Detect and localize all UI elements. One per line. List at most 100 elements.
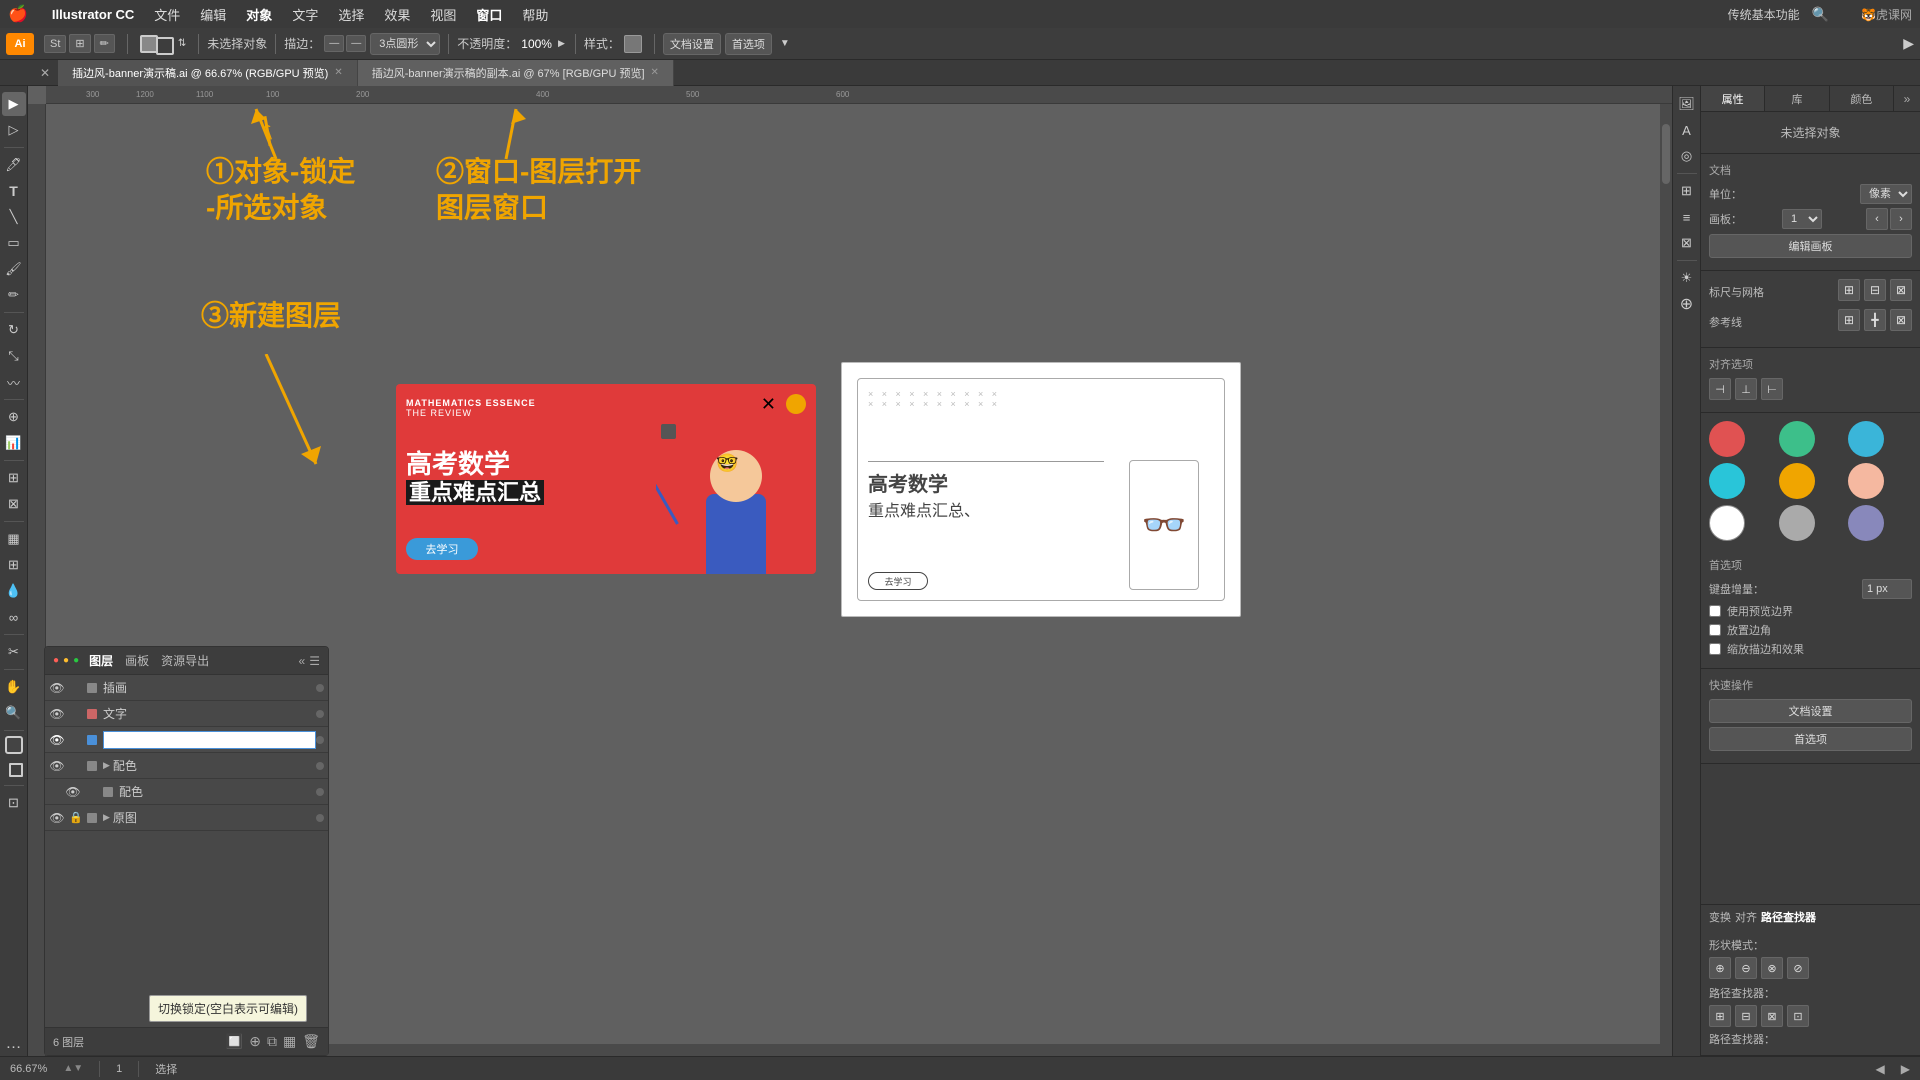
layer-row-0[interactable]: 👁 🔒 插画 [45, 675, 328, 701]
layer-vis-0[interactable]: 👁 [49, 680, 65, 696]
tool-symbol[interactable]: ⊕ [2, 405, 26, 429]
grid-icon-3[interactable]: ⊠ [1890, 279, 1912, 301]
layer-expand-5[interactable]: ▶ [103, 812, 110, 823]
align-tab[interactable]: 对齐 [1735, 909, 1757, 925]
color-purple-gray[interactable] [1848, 505, 1884, 541]
unite-btn[interactable]: ⊕ [1709, 957, 1731, 979]
workspace-mode[interactable]: 传统基本功能 [1728, 6, 1800, 23]
layers-zoom-btn[interactable]: ● [73, 655, 79, 666]
exclude-btn[interactable]: ⊘ [1787, 957, 1809, 979]
menu-item-select[interactable]: 选择 [338, 5, 364, 24]
layer-create-new[interactable]: ⊕ [249, 1033, 261, 1050]
right-icon-5[interactable]: ≡ [1675, 205, 1699, 229]
zoom-display[interactable]: 66.67% [10, 1063, 47, 1075]
layers-tab-artboard[interactable]: 画板 [125, 652, 149, 669]
intersect-btn[interactable]: ⊗ [1761, 957, 1783, 979]
edit-artboard-btn[interactable]: 编辑画板 [1709, 234, 1912, 258]
layer-name-input-2[interactable] [103, 731, 316, 749]
layers-tab-layers[interactable]: 图层 [89, 652, 113, 669]
pathfinder-tab[interactable]: 路径查找器 [1761, 909, 1816, 925]
layers-collapse-btn[interactable]: « [299, 654, 306, 668]
layer-lock-4[interactable]: 🔒 [85, 785, 99, 799]
tool-hand[interactable]: ✋ [2, 675, 26, 699]
panel-right-toggle[interactable]: ▶ [1903, 35, 1914, 52]
menu-item-view[interactable]: 视图 [430, 5, 456, 24]
preferences-btn[interactable]: 首选项 [725, 33, 772, 55]
tool-direct-select[interactable]: ▷ [2, 118, 26, 142]
layer-lock-5[interactable]: 🔒 [69, 811, 83, 825]
right-icon-7[interactable]: ☀ [1675, 266, 1699, 290]
tab-close-all[interactable]: ✕ [40, 66, 50, 80]
tool-artboard[interactable]: ⊞ [2, 466, 26, 490]
tool-zoom[interactable]: 🔍 [2, 701, 26, 725]
pf-btn2[interactable]: ⊟ [1735, 1005, 1757, 1027]
menu-item-object[interactable]: 对象 [246, 5, 272, 24]
stroke-start-icon[interactable]: — [324, 35, 344, 52]
guide-icon-3[interactable]: ⊠ [1890, 309, 1912, 331]
layer-make-template[interactable]: 🔲 [226, 1033, 243, 1050]
icon-btn1[interactable]: St [44, 35, 66, 53]
color-gray[interactable] [1779, 505, 1815, 541]
zoom-stepper[interactable]: ▲▼ [63, 1063, 83, 1074]
board-select[interactable]: 1 [1782, 209, 1822, 229]
fill-color[interactable] [5, 736, 23, 754]
style-swatch[interactable] [624, 35, 642, 53]
opacity-arrow[interactable]: ▶ [558, 38, 565, 49]
tool-eyedropper[interactable]: 💧 [2, 579, 26, 603]
layer-lock-0[interactable]: 🔒 [69, 681, 83, 695]
align-btn-3[interactable]: ⊢ [1761, 378, 1783, 400]
nav-prev[interactable]: ◀ [1876, 1062, 1885, 1076]
unit-select[interactable]: 像素 [1860, 184, 1912, 204]
menu-item-window[interactable]: 窗口 [476, 5, 502, 24]
menu-item-help[interactable]: 帮助 [522, 5, 548, 24]
color-red[interactable] [1709, 421, 1745, 457]
layer-vis-3[interactable]: 👁 [49, 758, 65, 774]
color-blue[interactable] [1848, 421, 1884, 457]
layers-menu-btn[interactable]: ☰ [309, 654, 320, 668]
stroke-icon[interactable] [156, 37, 174, 55]
layer-duplicate[interactable]: ⧉ [267, 1033, 277, 1050]
menu-item-file[interactable]: 文件 [154, 5, 180, 24]
tool-blend[interactable]: ∞ [2, 605, 26, 629]
right-icon-3[interactable]: ◎ [1675, 144, 1699, 168]
align-btn-1[interactable]: ⊣ [1709, 378, 1731, 400]
panel-tab-properties[interactable]: 属性 [1701, 86, 1765, 111]
menu-item-edit[interactable]: 编辑 [200, 5, 226, 24]
board-next[interactable]: › [1890, 208, 1912, 230]
board-prev[interactable]: ‹ [1866, 208, 1888, 230]
layer-vis-2[interactable]: 👁 [49, 732, 65, 748]
tool-pen[interactable]: 🖊 [2, 153, 26, 177]
tool-scissors[interactable]: ✂ [2, 640, 26, 664]
stroke-color[interactable] [2, 756, 26, 780]
layer-vis-5[interactable]: 👁 [49, 810, 65, 826]
tab-1[interactable]: 插边风-banner演示稿.ai @ 66.67% (RGB/GPU 预览) ✕ [58, 60, 358, 86]
toolbar-arrow-btn[interactable]: ▼ [780, 38, 790, 49]
icon-btn2[interactable]: ⊞ [69, 34, 90, 53]
menu-item-effect[interactable]: 效果 [384, 5, 410, 24]
tab-1-close[interactable]: ✕ [334, 67, 342, 78]
layer-row-5[interactable]: 👁 🔒 ▶ 原图 [45, 805, 328, 831]
layer-lock-1[interactable]: 🔒 [69, 707, 83, 721]
tool-rect[interactable]: ▭ [2, 231, 26, 255]
kb-increment-input[interactable] [1862, 579, 1912, 599]
transform-tab[interactable]: 变换 [1709, 909, 1731, 925]
pf-btn3[interactable]: ⊠ [1761, 1005, 1783, 1027]
layer-vis-1[interactable]: 👁 [49, 706, 65, 722]
color-white[interactable] [1709, 505, 1745, 541]
search-icon[interactable]: 🔍 [1812, 6, 1829, 23]
layers-tab-export[interactable]: 资源导出 [161, 652, 209, 669]
right-icon-1[interactable]: 🖼 [1675, 92, 1699, 116]
guide-icon-2[interactable]: ╋ [1864, 309, 1886, 331]
corner-placement-check[interactable] [1709, 624, 1721, 636]
preview-bounds-check[interactable] [1709, 605, 1721, 617]
layer-expand-3[interactable]: ▶ [103, 760, 110, 771]
stroke-type-select[interactable]: 3点圆形 [370, 33, 440, 55]
color-orange[interactable] [1779, 463, 1815, 499]
pf-btn4[interactable]: ⊡ [1787, 1005, 1809, 1027]
icon-btn3[interactable]: ✏ [94, 34, 115, 53]
color-salmon[interactable] [1848, 463, 1884, 499]
swap-icon[interactable]: ⇅ [178, 38, 186, 49]
nav-next[interactable]: ▶ [1901, 1062, 1910, 1076]
guide-icon-1[interactable]: ⊞ [1838, 309, 1860, 331]
right-icon-8[interactable]: ⊕ [1675, 292, 1699, 316]
